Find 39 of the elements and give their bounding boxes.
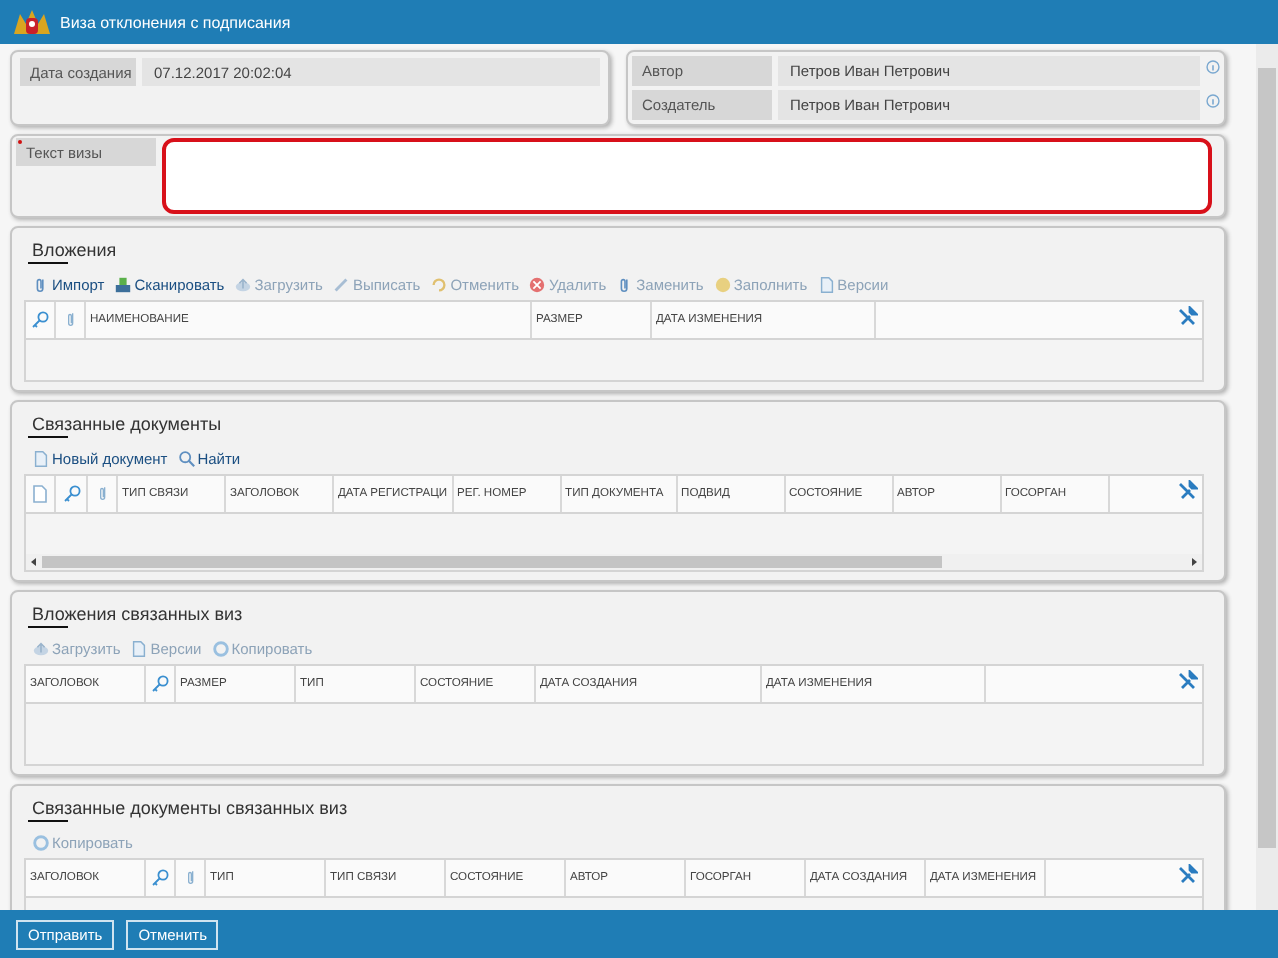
key-icon <box>30 310 50 330</box>
copy-icon <box>211 640 230 658</box>
key-icon <box>61 484 81 504</box>
section-title: Вложения связанных виз <box>30 602 245 626</box>
document-icon <box>32 484 48 504</box>
search-icon <box>177 450 196 468</box>
section-title: Связанные документы <box>30 412 224 436</box>
upload-icon <box>234 276 253 294</box>
scroll-left-icon[interactable] <box>26 554 42 570</box>
upload-icon <box>32 640 50 658</box>
scroll-right-icon[interactable] <box>1186 554 1202 570</box>
paperclip-icon <box>185 868 195 888</box>
paperclip-icon <box>65 310 75 330</box>
undo-icon <box>430 276 449 294</box>
vertical-scrollbar[interactable] <box>1256 44 1278 910</box>
doc-icon <box>817 276 836 294</box>
info-icon[interactable] <box>1206 94 1220 108</box>
visa-text-field[interactable] <box>162 138 1212 214</box>
clip-icon <box>32 276 50 294</box>
section-title: Связанные документы связанных виз <box>30 796 350 820</box>
info-icon[interactable] <box>1206 60 1220 74</box>
doc-icon <box>32 450 50 468</box>
scanner-icon <box>114 276 133 294</box>
tools-icon[interactable] <box>1178 670 1198 690</box>
horizontal-scrollbar[interactable] <box>26 554 1202 570</box>
tools-icon[interactable] <box>1178 306 1198 326</box>
coin-icon <box>713 276 732 294</box>
paperclip-icon <box>97 484 107 504</box>
tools-icon[interactable] <box>1178 864 1198 884</box>
delete-icon <box>528 276 547 294</box>
emblem-icon <box>12 6 52 38</box>
tools-icon[interactable] <box>1178 480 1198 500</box>
key-icon <box>150 674 170 694</box>
doc-icon <box>130 640 149 658</box>
section-title: Вложения <box>30 238 119 262</box>
key-icon <box>150 868 170 888</box>
pencil-icon <box>332 276 351 294</box>
window-title: Виза отклонения с подписания <box>60 13 291 31</box>
copy-icon <box>32 834 50 852</box>
